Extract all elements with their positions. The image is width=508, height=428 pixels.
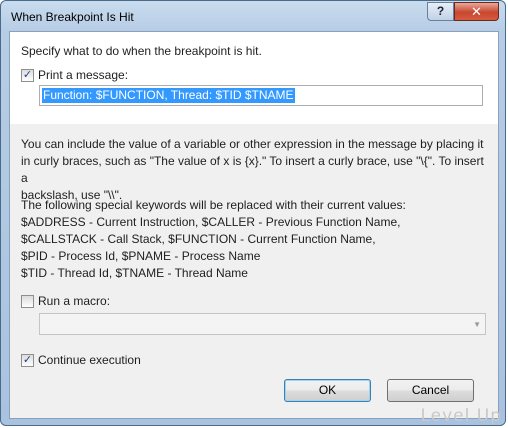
keywords-line: $ADDRESS - Current Instruction, $CALLER … — [21, 215, 401, 229]
keywords-line: $CALLSTACK - Call Stack, $FUNCTION - Cur… — [21, 232, 376, 246]
dialog-window: When Breakpoint Is Hit ? ✕ Specify what … — [0, 0, 506, 426]
keywords-line: $TID - Thread Id, $TNAME - Thread Name — [21, 266, 248, 280]
cancel-button[interactable]: Cancel — [387, 379, 474, 402]
message-input[interactable]: Function: $FUNCTION, Thread: $TID $TNAME — [39, 85, 483, 106]
help-line: in curly braces, such as "The value of x… — [21, 154, 484, 185]
help-paragraph: You can include the value of a variable … — [21, 136, 491, 204]
keywords-line: $PID - Process Id, $PNAME - Process Name — [21, 249, 261, 263]
print-message-label[interactable]: Print a message: — [38, 68, 128, 82]
print-message-checkbox[interactable]: ✓ — [21, 69, 34, 82]
message-input-value: Function: $FUNCTION, Thread: $TID $TNAME — [42, 88, 295, 103]
macro-dropdown[interactable]: ▼ — [39, 313, 486, 335]
keywords-paragraph: The following special keywords will be r… — [21, 197, 491, 282]
intro-text: Specify what to do when the breakpoint i… — [21, 44, 262, 58]
help-button[interactable]: ? — [427, 2, 454, 21]
run-macro-checkbox[interactable] — [21, 295, 34, 308]
help-line: You can include the value of a variable … — [21, 137, 484, 151]
continue-execution-checkbox[interactable]: ✓ — [21, 354, 34, 367]
dialog-body: Specify what to do when the breakpoint i… — [9, 31, 499, 419]
window-title: When Breakpoint Is Hit — [11, 10, 134, 24]
continue-execution-label[interactable]: Continue execution — [38, 353, 141, 367]
title-bar[interactable]: When Breakpoint Is Hit ? ✕ — [1, 1, 505, 31]
watermark-text: Level Up — [420, 406, 502, 426]
ok-button[interactable]: OK — [284, 379, 371, 402]
chevron-down-icon[interactable]: ▼ — [473, 320, 481, 329]
run-macro-label[interactable]: Run a macro: — [38, 294, 110, 308]
close-button[interactable]: ✕ — [454, 2, 499, 21]
keywords-line: The following special keywords will be r… — [21, 198, 406, 212]
